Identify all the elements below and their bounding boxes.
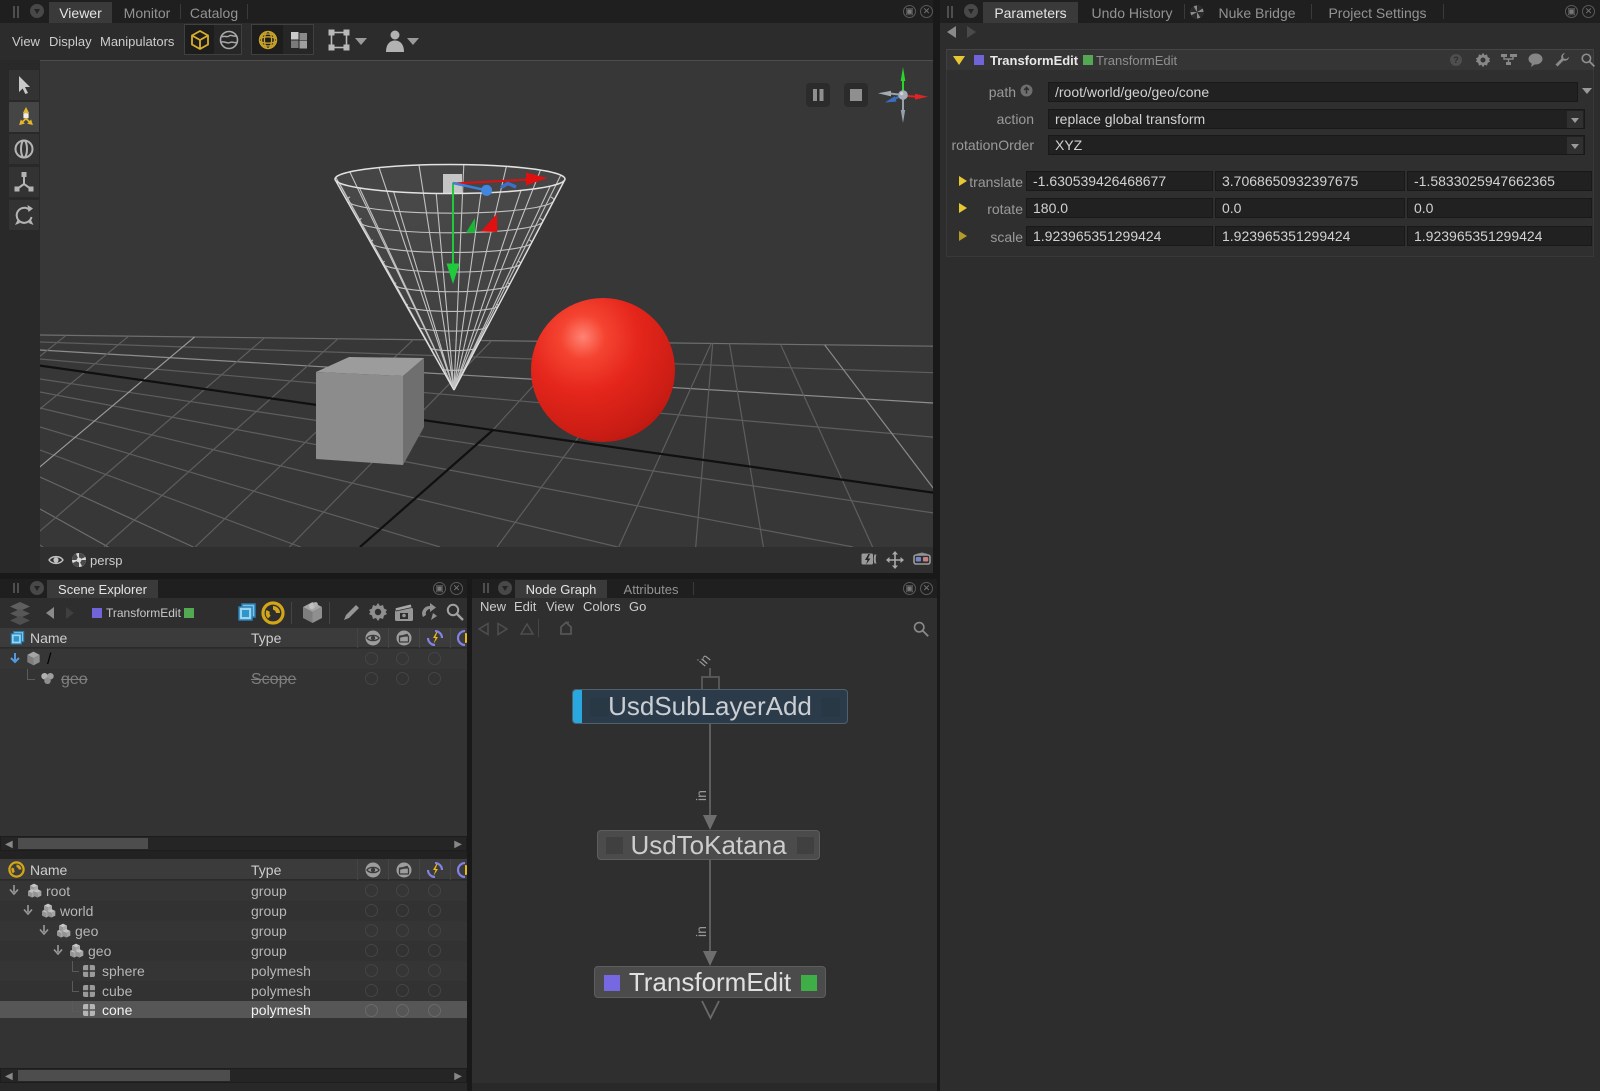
svg-text:?: ? — [1453, 55, 1459, 65]
svg-text:in: in — [693, 926, 709, 937]
svg-text:in: in — [694, 651, 713, 670]
svg-text:in: in — [693, 790, 709, 801]
